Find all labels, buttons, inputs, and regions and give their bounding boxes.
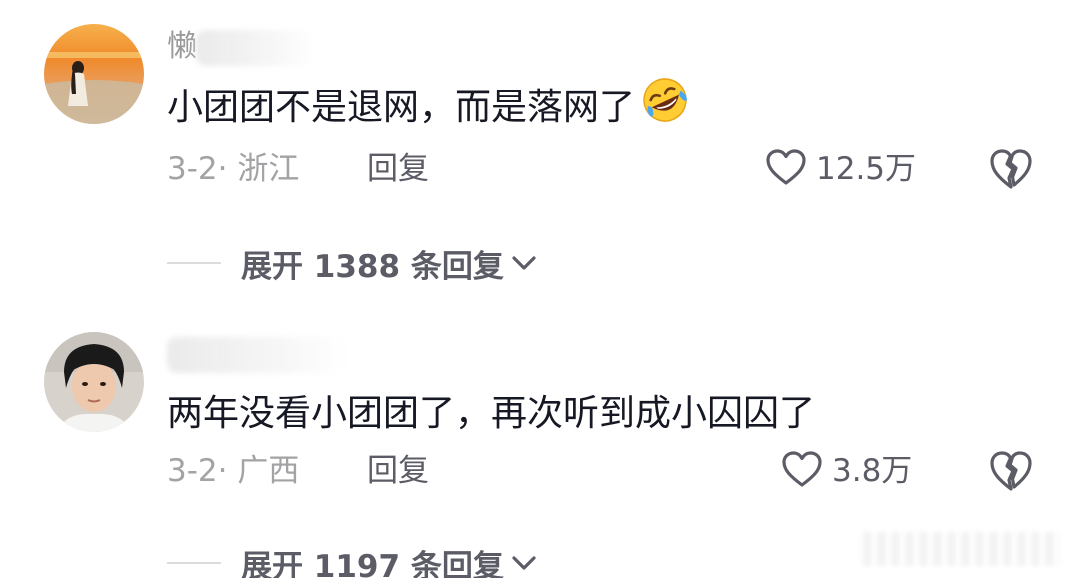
dislike-button[interactable] xyxy=(988,449,1034,493)
meta-separator: · xyxy=(217,453,228,489)
watermark xyxy=(860,532,1060,566)
expand-replies-label: 展开 1388 条回复 xyxy=(241,248,504,285)
comment-date: 3-2 xyxy=(167,453,218,489)
username[interactable]: 懒 xyxy=(167,27,197,67)
broken-heart-icon xyxy=(988,451,1034,497)
like-button[interactable]: 3.8万 xyxy=(780,449,912,493)
heart-icon xyxy=(764,147,808,191)
comment-text: 小团团不是退网，而是落网了 xyxy=(167,78,693,130)
expand-replies-row: 展开 1197 条回复 xyxy=(167,541,538,578)
comment-body: 两年没看小团团了，再次听到成小囚囚了 xyxy=(167,393,816,434)
broken-heart-icon xyxy=(988,149,1034,195)
comment-meta: 3-2· 浙江 xyxy=(167,149,299,189)
expand-replies-button[interactable]: 展开 1197 条回复 xyxy=(241,541,538,578)
username-redaction xyxy=(167,337,347,373)
like-button[interactable]: 12.5万 xyxy=(764,147,916,191)
comment-item: 懒 小团团不是退网，而是落网了 3-2· 浙江 回复 12.5万 展开 1388… xyxy=(0,0,1080,300)
comment-meta: 3-2· 广西 xyxy=(167,451,299,491)
comment-body: 小团团不是退网，而是落网了 xyxy=(167,87,636,128)
comment-location: 广西 xyxy=(237,453,300,489)
dislike-button[interactable] xyxy=(988,147,1034,191)
avatar[interactable] xyxy=(44,24,144,124)
comment-list: 懒 小团团不是退网，而是落网了 3-2· 浙江 回复 12.5万 展开 1388… xyxy=(0,0,1080,578)
like-count: 3.8万 xyxy=(832,453,913,489)
username-redaction xyxy=(196,30,316,66)
expand-replies-row: 展开 1388 条回复 xyxy=(167,241,538,285)
comment-location: 浙江 xyxy=(237,151,300,187)
expand-replies-button[interactable]: 展开 1388 条回复 xyxy=(241,241,538,286)
comment-date: 3-2 xyxy=(167,151,218,187)
comment-text: 两年没看小团团了，再次听到成小囚囚了 xyxy=(167,389,815,439)
reply-button[interactable]: 回复 xyxy=(367,149,429,189)
chevron-down-icon xyxy=(510,245,538,281)
username-visible-part: 懒 xyxy=(167,29,197,64)
meta-separator: · xyxy=(217,151,228,187)
divider-line xyxy=(167,262,221,264)
heart-icon xyxy=(780,449,824,493)
reply-button[interactable]: 回复 xyxy=(367,451,429,491)
like-count: 12.5万 xyxy=(816,151,917,187)
avatar[interactable] xyxy=(44,332,144,432)
rolling-on-floor-laughing-emoji xyxy=(637,74,693,138)
divider-line xyxy=(167,562,221,564)
chevron-down-icon xyxy=(510,545,538,578)
expand-replies-label: 展开 1197 条回复 xyxy=(241,548,504,578)
